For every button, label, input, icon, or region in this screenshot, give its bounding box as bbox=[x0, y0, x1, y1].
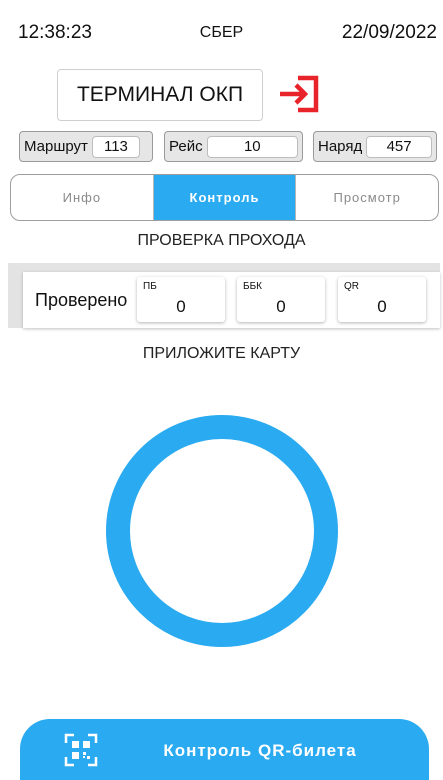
status-bar: 12:38:23 СБЕР 22/09/2022 bbox=[0, 20, 443, 50]
trip-info-row: Маршрут 113 Рейс 10 Наряд 457 bbox=[0, 131, 443, 165]
counter-qr-caption: QR bbox=[344, 281, 359, 292]
counter-bbk-caption: ББК bbox=[243, 281, 262, 292]
status-date: 22/09/2022 bbox=[341, 22, 437, 43]
tab-view[interactable]: Просмотр bbox=[295, 175, 438, 220]
tab-control[interactable]: Контроль bbox=[152, 175, 296, 220]
terminal-title: ТЕРМИНАЛ ОКП bbox=[57, 69, 263, 121]
counter-panel: Проверено ПБ 0 ББК 0 QR 0 bbox=[8, 263, 440, 328]
order-value: 457 bbox=[366, 135, 432, 158]
counter-pb-caption: ПБ bbox=[143, 281, 157, 292]
tab-view-label: Просмотр bbox=[333, 190, 401, 205]
counter-card: Проверено ПБ 0 ББК 0 QR 0 bbox=[23, 272, 440, 328]
qr-code-icon bbox=[64, 733, 98, 767]
counter-bbk: ББК 0 bbox=[237, 277, 325, 322]
qr-ticket-control-button[interactable]: Контроль QR-билета bbox=[20, 719, 429, 780]
tab-info-label: Инфо bbox=[62, 190, 102, 205]
route-chip: Маршрут 113 bbox=[19, 131, 153, 162]
route-label: Маршрут bbox=[24, 138, 88, 155]
pass-check-title: ПРОВЕРКА ПРОХОДА bbox=[137, 232, 306, 249]
tab-control-label: Контроль bbox=[189, 190, 260, 205]
order-label: Наряд bbox=[318, 138, 363, 155]
qr-ticket-control-label: Контроль QR-билета bbox=[163, 741, 357, 760]
counter-pb: ПБ 0 bbox=[137, 277, 225, 322]
counter-qr-value: 0 bbox=[377, 297, 387, 316]
counter-pb-value: 0 bbox=[176, 297, 186, 316]
card-ring-indicator bbox=[106, 415, 338, 647]
logout-icon[interactable] bbox=[276, 74, 322, 114]
trip-value: 10 bbox=[206, 135, 298, 158]
trip-chip: Рейс 10 bbox=[164, 131, 303, 162]
trip-label: Рейс bbox=[169, 138, 203, 155]
tab-bar: Инфо Контроль Просмотр bbox=[10, 174, 439, 221]
route-value: 113 bbox=[91, 135, 140, 158]
card-prompt: ПРИЛОЖИТЕ КАРТУ bbox=[142, 345, 301, 362]
counter-bbk-value: 0 bbox=[276, 297, 286, 316]
checked-label: Проверено bbox=[35, 290, 128, 310]
tab-info[interactable]: Инфо bbox=[11, 175, 153, 220]
order-chip: Наряд 457 bbox=[313, 131, 437, 162]
counter-qr: QR 0 bbox=[338, 277, 426, 322]
terminal-title-text: ТЕРМИНАЛ ОКП bbox=[76, 83, 244, 106]
